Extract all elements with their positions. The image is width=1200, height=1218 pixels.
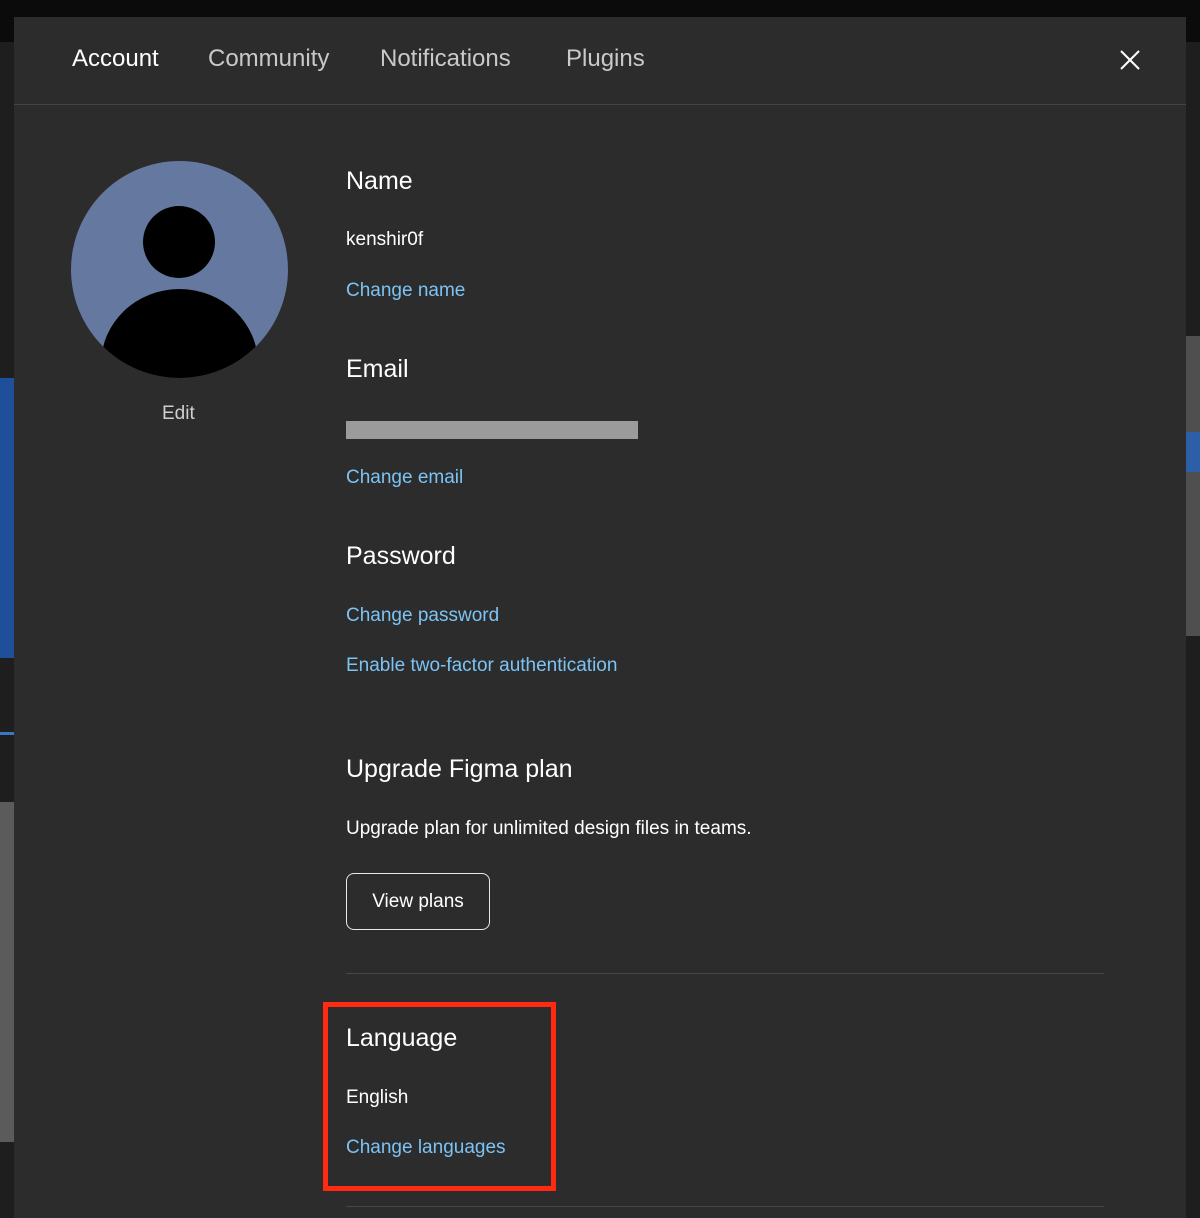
avatar-head (143, 206, 215, 278)
change-name-link[interactable]: Change name (346, 280, 465, 302)
name-heading: Name (346, 167, 413, 195)
close-icon[interactable] (1118, 48, 1142, 72)
upgrade-heading: Upgrade Figma plan (346, 755, 573, 783)
email-value-redacted (346, 421, 638, 439)
avatar-shoulders (101, 289, 258, 378)
background-left-edge (0, 42, 14, 1218)
section-divider (346, 973, 1104, 974)
tab-account[interactable]: Account (72, 45, 159, 73)
background-left-line (0, 732, 14, 735)
background-right-blue (1186, 432, 1200, 472)
view-plans-button[interactable]: View plans (346, 873, 490, 930)
password-heading: Password (346, 542, 456, 570)
language-highlight-box (323, 1002, 556, 1191)
upgrade-description: Upgrade plan for unlimited design files … (346, 818, 752, 839)
background-left-blue (0, 378, 14, 658)
edit-avatar-link[interactable]: Edit (162, 403, 195, 425)
email-heading: Email (346, 355, 409, 383)
name-value: kenshir0f (346, 229, 424, 250)
change-password-link[interactable]: Change password (346, 605, 499, 627)
background-right-edge (1186, 42, 1200, 1218)
account-settings-modal: Account Community Notifications Plugins … (14, 17, 1186, 1218)
section-divider-bottom (346, 1206, 1104, 1207)
enable-2fa-link[interactable]: Enable two-factor authentication (346, 655, 617, 677)
change-email-link[interactable]: Change email (346, 467, 463, 489)
background-left-gray (0, 802, 14, 1142)
background-right-gray (1186, 336, 1200, 636)
tab-community[interactable]: Community (208, 45, 329, 73)
user-avatar-icon[interactable] (71, 161, 288, 378)
